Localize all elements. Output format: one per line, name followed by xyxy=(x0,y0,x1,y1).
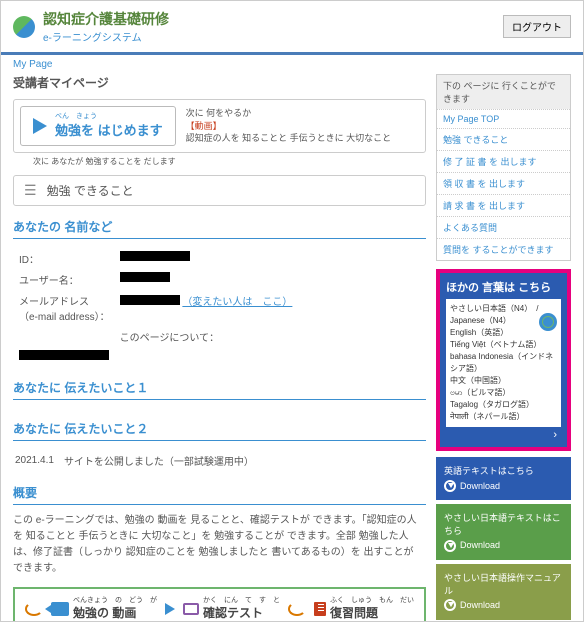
download-title: 英語テキストはこちら xyxy=(444,465,563,478)
side-link-mypage[interactable]: My Page TOP xyxy=(437,109,570,128)
download-label: Download xyxy=(460,599,500,612)
lang-item: Tagalog（タガログ語） xyxy=(450,399,557,411)
globe-icon xyxy=(539,313,557,331)
label-email: メールアドレス （e-mail address）： xyxy=(15,291,114,325)
label-id: ID： xyxy=(15,249,114,268)
overview-heading: 概要 xyxy=(13,484,426,505)
download-icon xyxy=(444,540,456,552)
lang-item: Tiếng Việt（ベトナム語） xyxy=(450,339,557,351)
lang-item: ဗမာ（ビルマ語） xyxy=(450,387,557,399)
language-box[interactable]: ほかの 言葉は こちら やさしい日本語（N4） / Japanese（N4） E… xyxy=(436,269,571,451)
download-label: Download xyxy=(460,480,500,493)
change-email-link[interactable]: （変えたい人は ここ） xyxy=(182,297,292,308)
side-link-receipt[interactable]: 領 収 書 を 出します xyxy=(437,172,570,194)
download-title: やさしい日本語操作マニュアル xyxy=(444,572,563,597)
download-title: やさしい日本語テキストはこちら xyxy=(444,512,563,537)
diagram-review: ふく しゅう もん だい復習問題 xyxy=(314,597,414,621)
side-nav: 下の ページに 行くことができます My Page TOP 勉強 できること 修… xyxy=(436,74,571,261)
download-icon xyxy=(444,480,456,492)
language-heading: ほかの 言葉は こちら xyxy=(446,279,561,295)
side-link-inquiry[interactable]: 質問を することができます xyxy=(437,238,570,260)
lang-item: नेपाली（ネパール語） xyxy=(450,411,557,423)
side-link-faq[interactable]: よくある質問 xyxy=(437,216,570,238)
download-easy-jp-text[interactable]: やさしい日本語テキストはこちら Download xyxy=(436,504,571,560)
start-caption: 次に あなたが 勉強することを だします xyxy=(33,156,426,167)
video-icon xyxy=(51,602,69,616)
message1-heading: あなたに 伝えたいこと１ xyxy=(13,379,426,400)
value-about xyxy=(19,350,109,360)
loop-arrow-icon xyxy=(25,602,43,616)
site-subtitle: e-ラーニングシステム xyxy=(43,29,169,44)
diagram-test: かく にん て す と確認テスト xyxy=(183,597,280,621)
side-link-certificate[interactable]: 修 了 証 書 を 出します xyxy=(437,150,570,172)
start-info: 次に 何をやるか 【動画】 認知症の人を 知ることと 手伝うときに 大切なこと xyxy=(186,107,392,145)
study-list-button[interactable]: ☰ 勉強 できること xyxy=(13,175,426,206)
label-about: このページについて： xyxy=(116,327,297,346)
lang-item: bahasa Indonesia（インドネシア語） xyxy=(450,351,557,375)
download-english-text[interactable]: 英語テキストはこちら Download xyxy=(436,457,571,500)
lang-item: English（英語） xyxy=(450,327,557,339)
loop-arrow-icon xyxy=(288,602,306,616)
value-email xyxy=(120,295,180,305)
site-title: 認知症介護基礎研修 xyxy=(43,9,169,29)
logo xyxy=(13,16,35,38)
play-icon xyxy=(33,118,47,134)
page-title: 受講者マイページ xyxy=(13,74,426,91)
value-username xyxy=(120,272,170,282)
news-table: 2021.4.1サイトを公開しました（一部試験運用中） xyxy=(13,449,264,472)
profile-heading: あなたの 名前など xyxy=(13,218,426,239)
start-next-label: 次に 何をやるか xyxy=(186,107,392,120)
lang-item: 中文（中国語） xyxy=(450,375,557,387)
start-ruby: べん きょう xyxy=(55,113,163,120)
download-label: Download xyxy=(460,539,500,552)
news-date: 2021.4.1 xyxy=(15,451,62,470)
side-nav-heading: 下の ページに 行くことができます xyxy=(437,75,570,109)
start-study-button[interactable]: べん きょう 勉強を はじめます xyxy=(20,106,176,146)
list-icon: ☰ xyxy=(24,182,37,199)
overview-text: この e-ラーニングでは、勉強の 動画を 見ることと、確認テストが できます。「… xyxy=(13,513,426,577)
start-study-box: べん きょう 勉強を はじめます 次に 何をやるか 【動画】 認知症の人を 知る… xyxy=(13,99,426,153)
label-username: ユーザー名： xyxy=(15,270,114,289)
header: 認知症介護基礎研修 e-ラーニングシステム ログアウト xyxy=(1,1,583,55)
news-text: サイトを公開しました（一部試験運用中） xyxy=(64,451,262,470)
document-icon xyxy=(314,602,326,616)
breadcrumb[interactable]: My Page xyxy=(1,55,583,74)
side-link-invoice[interactable]: 請 求 書 を 出します xyxy=(437,194,570,216)
start-label: 勉強を はじめます xyxy=(55,123,163,138)
monitor-icon xyxy=(183,603,199,615)
profile-table: ID： ユーザー名： メールアドレス （e-mail address）： （変え… xyxy=(13,247,298,367)
language-list: やさしい日本語（N4） / Japanese（N4） English（英語） T… xyxy=(446,299,561,427)
logout-button[interactable]: ログアウト xyxy=(503,15,571,38)
flow-diagram: べんきょう の どう が勉強の 動画 かく にん て す と確認テスト ふく し… xyxy=(13,587,426,622)
start-movie-title: 認知症の人を 知ることと 手伝うときに 大切なこと xyxy=(186,132,392,145)
download-easy-jp-manual[interactable]: やさしい日本語操作マニュアル Download xyxy=(436,564,571,620)
side-nav-list: My Page TOP 勉強 できること 修 了 証 書 を 出します 領 収 … xyxy=(437,109,570,260)
message2-heading: あなたに 伝えたいこと２ xyxy=(13,420,426,441)
chevron-right-icon: › xyxy=(446,427,561,441)
diagram-video: べんきょう の どう が勉強の 動画 xyxy=(51,597,157,621)
arrow-right-icon xyxy=(165,603,175,615)
study-list-label: 勉強 できること xyxy=(47,182,134,199)
side-link-study[interactable]: 勉強 できること xyxy=(437,128,570,150)
download-icon xyxy=(444,599,456,611)
value-id xyxy=(120,251,190,261)
start-movie-tag: 【動画】 xyxy=(186,120,392,133)
